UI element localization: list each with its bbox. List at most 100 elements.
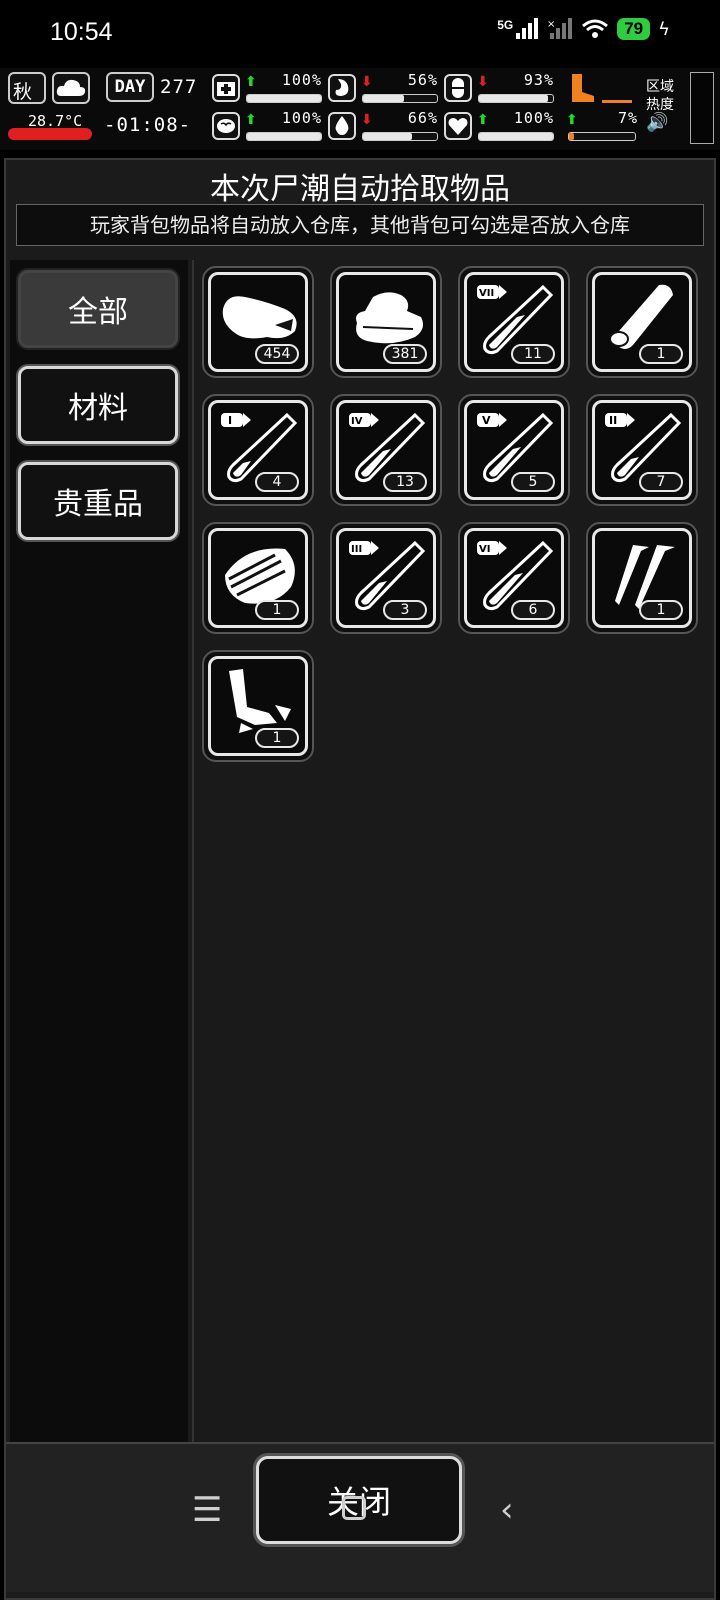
game-hud: 秋 28.7°C DAY 277 -01:08- ⬆ 100% ⬇ 56% ⬇ …: [0, 68, 720, 150]
pill-icon: [444, 74, 472, 102]
item-slot[interactable]: VI 6: [458, 522, 570, 634]
charging-icon: ϟ: [658, 18, 670, 40]
game-clock: -01:08-: [104, 114, 192, 136]
trend-up-icon: ⬆: [245, 74, 257, 90]
stat-value: 100%: [513, 109, 554, 127]
stamina-value: 7%: [617, 109, 638, 127]
item-count: 1: [255, 728, 299, 748]
tab-label: 全部: [68, 295, 128, 330]
dialog-subtitle: 玩家背包物品将自动放入仓库，其他背包可勾选是否放入仓库: [16, 204, 704, 246]
item-count: 6: [511, 600, 555, 620]
cloud-icon: [52, 72, 90, 104]
item-slot[interactable]: 1: [586, 266, 698, 378]
boot-icon: [566, 72, 636, 106]
tab-label: 贵重品: [53, 487, 143, 522]
stat-value: 93%: [523, 71, 554, 89]
stamina-stat: ⬆ 7%: [566, 109, 638, 142]
item-count: 1: [639, 600, 683, 620]
trend-up-icon: ⬆: [566, 112, 578, 128]
svg-text:×: ×: [547, 19, 555, 30]
category-sidebar: 全部 材料 贵重品: [10, 260, 188, 1442]
auto-pickup-dialog: 本次尸潮自动拾取物品 玩家背包物品将自动放入仓库，其他背包可勾选是否放入仓库 全…: [4, 158, 716, 1600]
item-slot[interactable]: VII 11: [458, 266, 570, 378]
mood-stat: ⬆ 100%: [444, 109, 554, 142]
tab-valuables[interactable]: 贵重品: [18, 462, 178, 540]
status-time: 10:54: [50, 18, 113, 46]
stat-bar: [362, 94, 438, 103]
item-slot[interactable]: 454: [202, 266, 314, 378]
region-heat-meter: [690, 72, 714, 144]
brain-icon: [212, 112, 240, 140]
tab-all[interactable]: 全部: [18, 270, 178, 348]
dialog-title: 本次尸潮自动拾取物品: [210, 172, 510, 207]
item-count: 4: [255, 472, 299, 492]
item-count: 11: [511, 344, 555, 364]
stat-bar: [362, 132, 438, 141]
water-drop-icon: [328, 112, 356, 140]
svg-text:VI: VI: [479, 544, 490, 555]
trend-up-icon: ⬆: [245, 112, 257, 128]
item-count: 7: [639, 472, 683, 492]
item-slot[interactable]: 1: [202, 522, 314, 634]
item-slot[interactable]: IV 13: [330, 394, 442, 506]
signal-icon-secondary: ×: [547, 18, 573, 39]
temperature-readout: 28.7°C: [8, 110, 92, 144]
stat-value: 100%: [281, 71, 322, 89]
thermometer-icon: [8, 128, 92, 140]
item-slot[interactable]: 1: [586, 522, 698, 634]
item-count: 1: [639, 344, 683, 364]
status-icons: 5G × 79 ϟ: [497, 18, 670, 40]
menu-icon[interactable]: ☰: [192, 1490, 222, 1530]
item-slot[interactable]: II 7: [586, 394, 698, 506]
svg-text:II: II: [609, 414, 617, 427]
home-icon[interactable]: [342, 1496, 366, 1520]
svg-text:VII: VII: [479, 288, 494, 299]
item-slot[interactable]: 1: [202, 650, 314, 762]
speaker-icon[interactable]: 🔊: [646, 114, 686, 132]
stat-bar: [246, 132, 322, 141]
trend-down-icon: ⬇: [477, 74, 489, 90]
stat-value: 56%: [407, 71, 438, 89]
network-label: 5G: [497, 18, 514, 32]
medkit-icon: [212, 74, 240, 102]
svg-text:V: V: [482, 414, 491, 427]
thirst-stat: ⬇ 66%: [328, 109, 438, 142]
wifi-icon: [582, 19, 609, 38]
heart-icon: [444, 112, 472, 140]
region-heat[interactable]: 区域 热度 🔊: [646, 78, 686, 144]
item-slot[interactable]: 381: [330, 266, 442, 378]
svg-text:IV: IV: [351, 416, 363, 427]
day-label: DAY: [114, 77, 146, 97]
stat-value: 100%: [281, 109, 322, 127]
back-icon[interactable]: ‹: [500, 1490, 514, 1530]
item-count: 5: [511, 472, 555, 492]
item-count: 1: [255, 600, 299, 620]
tab-label: 材料: [68, 391, 128, 426]
item-slot[interactable]: III 3: [330, 522, 442, 634]
day-badge: DAY: [106, 72, 154, 102]
stat-value: 66%: [407, 109, 438, 127]
region-heat-label-line1: 区域: [646, 79, 674, 95]
stamina-bar: [568, 132, 636, 141]
item-grid: 454 381 VII 11 1 I 4 IV 13 V 5 II 7 1 II…: [192, 260, 712, 1442]
battery-indicator: 79: [617, 18, 651, 40]
tab-materials[interactable]: 材料: [18, 366, 178, 444]
stat-bar: [478, 94, 554, 103]
item-count: 454: [255, 344, 299, 364]
season-label: 秋: [13, 81, 33, 103]
stomach-icon: [328, 74, 356, 102]
item-count: 13: [383, 472, 427, 492]
trend-down-icon: ⬇: [361, 112, 373, 128]
svg-text:III: III: [351, 544, 362, 555]
day-number: 277: [160, 76, 198, 98]
hunger-stat: ⬇ 56%: [328, 71, 438, 104]
item-slot[interactable]: V 5: [458, 394, 570, 506]
item-slot[interactable]: I 4: [202, 394, 314, 506]
stat-bar: [246, 94, 322, 103]
svg-text:I: I: [228, 414, 232, 427]
signal-icon: [516, 18, 539, 39]
health-stat: ⬆ 100%: [212, 71, 322, 104]
season-badge: 秋: [8, 72, 46, 104]
sanity-stat: ⬆ 100%: [212, 109, 322, 142]
medicine-stat: ⬇ 93%: [444, 71, 554, 104]
